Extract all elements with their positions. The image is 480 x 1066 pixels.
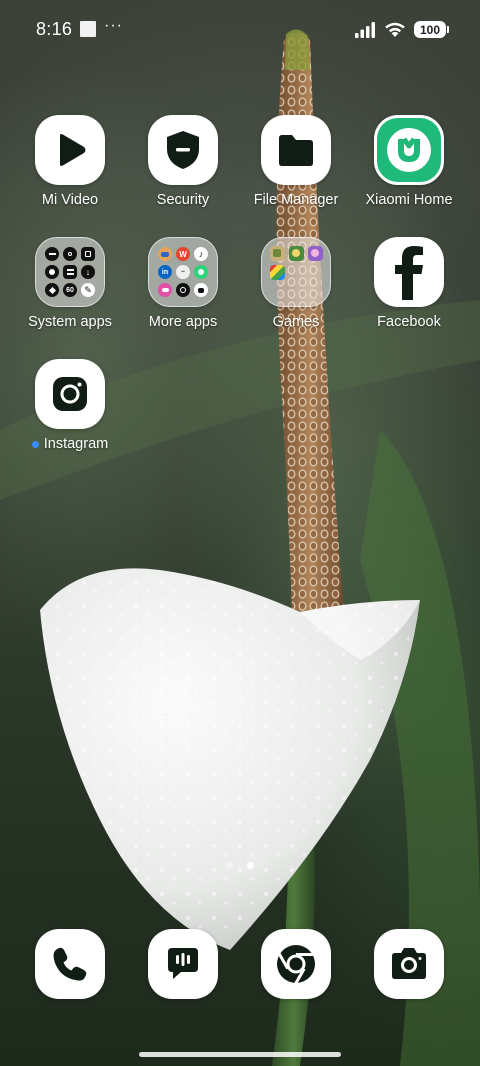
dock-chrome[interactable] bbox=[261, 929, 331, 999]
mini-app-icon bbox=[176, 283, 190, 297]
messages-app-icon[interactable] bbox=[148, 929, 218, 999]
wifi-icon bbox=[385, 22, 405, 37]
app-label: More apps bbox=[148, 314, 218, 330]
chrome-icon bbox=[277, 945, 315, 985]
app-label: Xiaomi Home bbox=[365, 192, 453, 208]
mini-app-icon bbox=[269, 245, 285, 261]
app-label: System apps bbox=[28, 314, 112, 330]
battery-indicator: 100 bbox=[414, 21, 449, 38]
more-apps-folder-icon[interactable]: W ♪ in ▪▪ bbox=[148, 237, 218, 307]
app-label: Mi Video bbox=[41, 192, 99, 208]
security-icon[interactable] bbox=[148, 115, 218, 185]
app-label: Games bbox=[272, 314, 320, 330]
mini-app-icon bbox=[158, 247, 172, 261]
chrome-app-icon[interactable] bbox=[261, 929, 331, 999]
app-label: Security bbox=[156, 192, 210, 208]
mini-app-icon: 60 bbox=[63, 283, 77, 297]
facebook-app-icon[interactable] bbox=[374, 237, 444, 307]
mini-app-icon: in bbox=[158, 265, 172, 279]
games-folder-icon[interactable] bbox=[261, 237, 331, 307]
page-indicator[interactable] bbox=[0, 862, 480, 869]
mini-app-icon: ✎ bbox=[81, 283, 95, 297]
mini-app-icon bbox=[63, 265, 77, 279]
folder-games[interactable]: Games bbox=[240, 237, 352, 330]
mini-app-icon bbox=[288, 245, 304, 261]
app-facebook[interactable]: Facebook bbox=[353, 237, 465, 330]
app-security[interactable]: Security bbox=[127, 115, 239, 208]
folder-icon bbox=[279, 135, 313, 166]
play-icon bbox=[60, 134, 86, 166]
dock-phone[interactable] bbox=[35, 929, 105, 999]
shield-icon bbox=[167, 131, 199, 169]
page-dot-2-active[interactable] bbox=[247, 862, 254, 869]
camera-icon bbox=[392, 948, 426, 979]
mini-app-icon bbox=[158, 283, 172, 297]
xiaomi-home-icon bbox=[387, 128, 431, 172]
phone-app-icon[interactable] bbox=[35, 929, 105, 999]
mi-video-icon[interactable] bbox=[35, 115, 105, 185]
dock-messages[interactable] bbox=[148, 929, 218, 999]
file-manager-icon[interactable] bbox=[261, 115, 331, 185]
app-file-manager[interactable]: File Manager bbox=[240, 115, 352, 208]
mini-app-icon bbox=[45, 283, 59, 297]
folder-system-apps[interactable]: ↓ 60 ✎ System apps bbox=[14, 237, 126, 330]
phone-icon bbox=[53, 947, 87, 981]
app-label: Facebook bbox=[377, 314, 441, 330]
mini-app-icon: ↓ bbox=[81, 265, 95, 279]
mini-app-icon bbox=[194, 283, 208, 297]
app-mi-video[interactable]: Mi Video bbox=[14, 115, 126, 208]
mini-app-icon bbox=[307, 245, 323, 261]
instagram-icon bbox=[53, 377, 87, 411]
new-install-dot bbox=[31, 440, 39, 448]
page-dot-1[interactable] bbox=[226, 862, 233, 869]
dock-camera[interactable] bbox=[374, 929, 444, 999]
folder-more-apps[interactable]: W ♪ in ▪▪ More apps bbox=[127, 237, 239, 330]
instagram-label: Instagram bbox=[43, 436, 109, 452]
notification-square-icon bbox=[80, 21, 96, 37]
camera-app-icon[interactable] bbox=[374, 929, 444, 999]
mini-app-icon bbox=[81, 247, 95, 261]
mini-app-icon: ▪▪ bbox=[176, 265, 190, 279]
app-instagram[interactable]: Instagram bbox=[14, 359, 126, 452]
app-label: Instagram bbox=[31, 436, 109, 452]
xiaomi-home-app-icon[interactable] bbox=[374, 115, 444, 185]
system-apps-folder-icon[interactable]: ↓ 60 ✎ bbox=[35, 237, 105, 307]
mini-app-icon: W bbox=[176, 247, 190, 261]
app-label: File Manager bbox=[253, 192, 339, 208]
status-bar: 8:16 ··· 100 bbox=[0, 0, 480, 60]
signal-icon bbox=[355, 21, 375, 38]
status-time: 8:16 bbox=[36, 19, 73, 39]
message-icon bbox=[168, 948, 198, 979]
mini-app-icon bbox=[63, 247, 77, 261]
battery-level: 100 bbox=[419, 22, 441, 37]
instagram-app-icon[interactable] bbox=[35, 359, 105, 429]
mini-app-icon bbox=[194, 265, 208, 279]
mini-app-icon bbox=[269, 264, 285, 280]
mini-app-icon bbox=[45, 247, 59, 261]
app-xiaomi-home[interactable]: Xiaomi Home bbox=[353, 115, 465, 208]
facebook-icon bbox=[395, 246, 423, 300]
home-gesture-bar[interactable] bbox=[139, 1052, 341, 1057]
mini-app-icon bbox=[45, 265, 59, 279]
mini-app-icon: ♪ bbox=[194, 247, 208, 261]
more-notifications-icon: ··· bbox=[104, 17, 123, 34]
status-indicators: 100 bbox=[355, 21, 449, 38]
